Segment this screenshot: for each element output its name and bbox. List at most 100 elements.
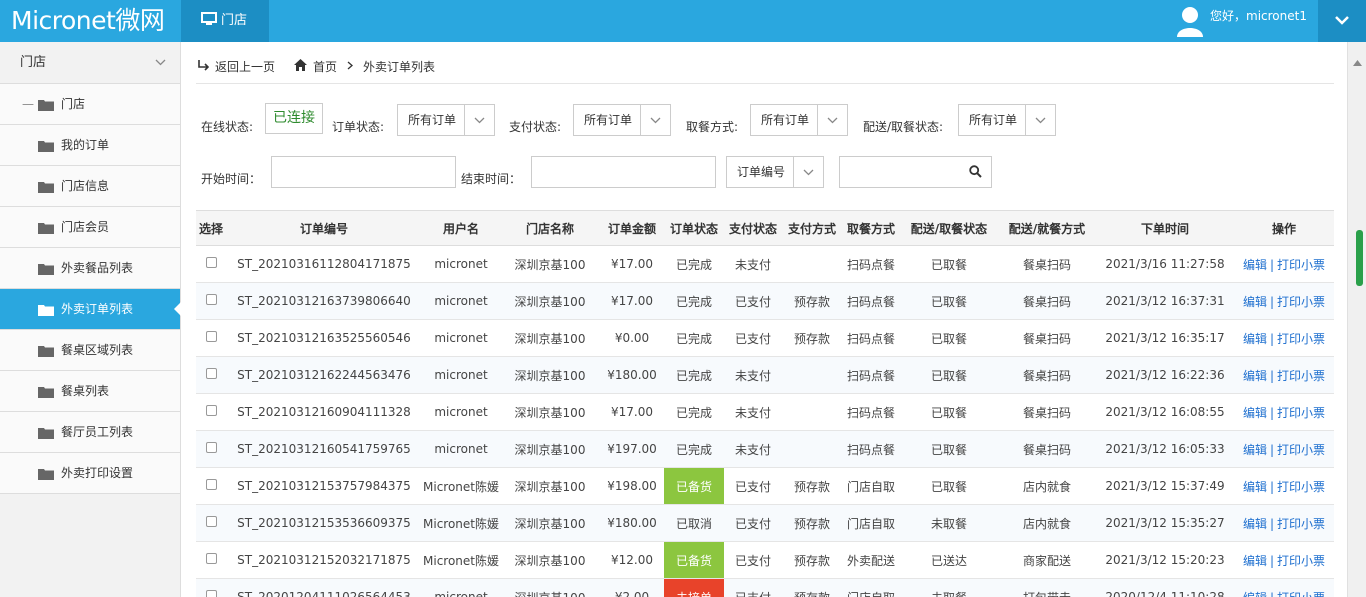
sidebar-item[interactable]: 餐桌列表 [0, 371, 180, 412]
row-checkbox[interactable] [205, 294, 217, 305]
user-avatar-icon[interactable] [1176, 5, 1204, 37]
row-checkbox[interactable] [205, 590, 217, 597]
cell-amount: ¥12.00 [600, 541, 664, 579]
cell-method [782, 245, 842, 283]
print-receipt-link[interactable]: 打印小票 [1277, 480, 1325, 494]
cell-delivery: 已取餐 [900, 467, 998, 505]
cell-pickup: 门店自取 [842, 504, 900, 542]
edit-link[interactable]: 编辑 [1243, 258, 1267, 272]
sidebar-item[interactable]: 门店信息 [0, 166, 180, 207]
print-receipt-link[interactable]: 打印小票 [1277, 369, 1325, 383]
cell-amount: ¥17.00 [600, 282, 664, 320]
chevron-down-icon [1035, 117, 1046, 124]
search-input[interactable] [839, 156, 961, 188]
delivery-status-select[interactable]: 所有订单 [958, 104, 1056, 136]
edit-link[interactable]: 编辑 [1243, 295, 1267, 309]
row-checkbox[interactable] [205, 405, 217, 416]
scroll-thumb[interactable] [1356, 230, 1363, 286]
cell-id: ST_20210316112804171875 [226, 245, 422, 283]
start-time-input[interactable] [271, 156, 456, 188]
monitor-icon [201, 12, 217, 25]
end-time-input[interactable] [531, 156, 716, 188]
sidebar-item[interactable]: 我的订单 [0, 125, 180, 166]
pickup-method-select[interactable]: 所有订单 [750, 104, 848, 136]
cell-dine: 店内就食 [998, 504, 1096, 542]
row-checkbox[interactable] [205, 257, 217, 268]
cell-status: 已完成 [664, 282, 724, 320]
search-button[interactable] [960, 156, 992, 188]
cell-id: ST_20210312160904111328 [226, 393, 422, 431]
select-cell [196, 282, 226, 320]
scroll-up-arrow-icon[interactable] [1353, 60, 1362, 66]
cell-method: 预存款 [782, 319, 842, 357]
cell-id: ST_20210312160541759765 [226, 430, 422, 468]
sidebar-item[interactable]: 门店会员 [0, 207, 180, 248]
row-checkbox[interactable] [205, 479, 217, 490]
cell-pickup: 门店自取 [842, 578, 900, 597]
order-status-select[interactable]: 所有订单 [397, 104, 495, 136]
user-greeting[interactable]: 您好，micronet1 [1210, 7, 1307, 24]
sidebar-item[interactable]: 餐桌区域列表 [0, 330, 180, 371]
print-receipt-link[interactable]: 打印小票 [1277, 258, 1325, 272]
edit-link[interactable]: 编辑 [1243, 480, 1267, 494]
top-tab-store[interactable]: 门店 [181, 0, 269, 42]
cell-pay: 已支付 [724, 578, 782, 597]
pickup-method-value: 所有订单 [761, 113, 810, 127]
edit-link[interactable]: 编辑 [1243, 517, 1267, 531]
actions-cell: 编辑|打印小票 [1234, 430, 1334, 468]
app-logo[interactable]: Micronet微网 [0, 0, 181, 42]
print-receipt-link[interactable]: 打印小票 [1277, 554, 1325, 568]
cell-time: 2021/3/12 16:37:31 [1096, 282, 1234, 320]
sidebar-item-label: 餐桌列表 [61, 384, 110, 398]
pay-status-select[interactable]: 所有订单 [573, 104, 671, 136]
select-cell [196, 393, 226, 431]
edit-link[interactable]: 编辑 [1243, 591, 1267, 597]
current-page-label: 外卖订单列表 [363, 60, 436, 74]
sidebar-item-label: 门店信息 [61, 179, 110, 193]
print-receipt-link[interactable]: 打印小票 [1277, 443, 1325, 457]
sidebar-item[interactable]: 外卖订单列表 [0, 289, 181, 330]
sidebar-item-store-root[interactable]: — 门店 [0, 84, 180, 125]
table-row: ST_20210312153536609375 Micronet陈媛 深圳京基100… [196, 504, 1334, 542]
print-receipt-link[interactable]: 打印小票 [1277, 295, 1325, 309]
edit-link[interactable]: 编辑 [1243, 332, 1267, 346]
edit-link[interactable]: 编辑 [1243, 554, 1267, 568]
sidebar-item[interactable]: 外卖打印设置 [0, 453, 180, 494]
home-link[interactable]: 首页 [313, 58, 337, 75]
print-receipt-link[interactable]: 打印小票 [1277, 332, 1325, 346]
back-link[interactable]: 返回上一页 [215, 58, 275, 75]
edit-link[interactable]: 编辑 [1243, 443, 1267, 457]
cell-store: 深圳京基100 [500, 504, 600, 542]
row-checkbox[interactable] [205, 553, 217, 564]
sidebar-header[interactable]: 门店 [0, 42, 180, 84]
row-checkbox[interactable] [205, 442, 217, 453]
cell-status: 已备货 [664, 541, 724, 579]
cell-delivery: 已取餐 [900, 245, 998, 283]
row-checkbox[interactable] [205, 368, 217, 379]
cell-id: ST_20210312163525560546 [226, 319, 422, 357]
print-receipt-link[interactable]: 打印小票 [1277, 517, 1325, 531]
row-checkbox[interactable] [205, 331, 217, 342]
row-checkbox[interactable] [205, 516, 217, 527]
cell-dine: 餐桌扫码 [998, 319, 1096, 357]
page-scrollbar[interactable] [1347, 42, 1366, 597]
print-receipt-link[interactable]: 打印小票 [1277, 406, 1325, 420]
user-menu-toggle[interactable] [1318, 0, 1366, 42]
sidebar-item[interactable]: 外卖餐品列表 [0, 248, 180, 289]
column-header: 支付状态 [724, 210, 782, 246]
edit-link[interactable]: 编辑 [1243, 369, 1267, 383]
folder-open-icon [38, 305, 54, 316]
folder-open-icon [38, 387, 54, 398]
actions-cell: 编辑|打印小票 [1234, 541, 1334, 579]
home-icon [294, 59, 307, 71]
edit-link[interactable]: 编辑 [1243, 406, 1267, 420]
select-cell [196, 541, 226, 579]
cell-delivery: 已取餐 [900, 356, 998, 394]
cell-pay: 已支付 [724, 467, 782, 505]
search-field-select[interactable]: 订单编号 [726, 156, 824, 188]
sidebar-item[interactable]: 餐厅员工列表 [0, 412, 180, 453]
table-row: ST_20210312162244563476 micronet 深圳京基100 ¥1… [196, 356, 1334, 394]
print-receipt-link[interactable]: 打印小票 [1277, 591, 1325, 597]
select-cell [196, 356, 226, 394]
folder-open-icon [38, 141, 54, 152]
